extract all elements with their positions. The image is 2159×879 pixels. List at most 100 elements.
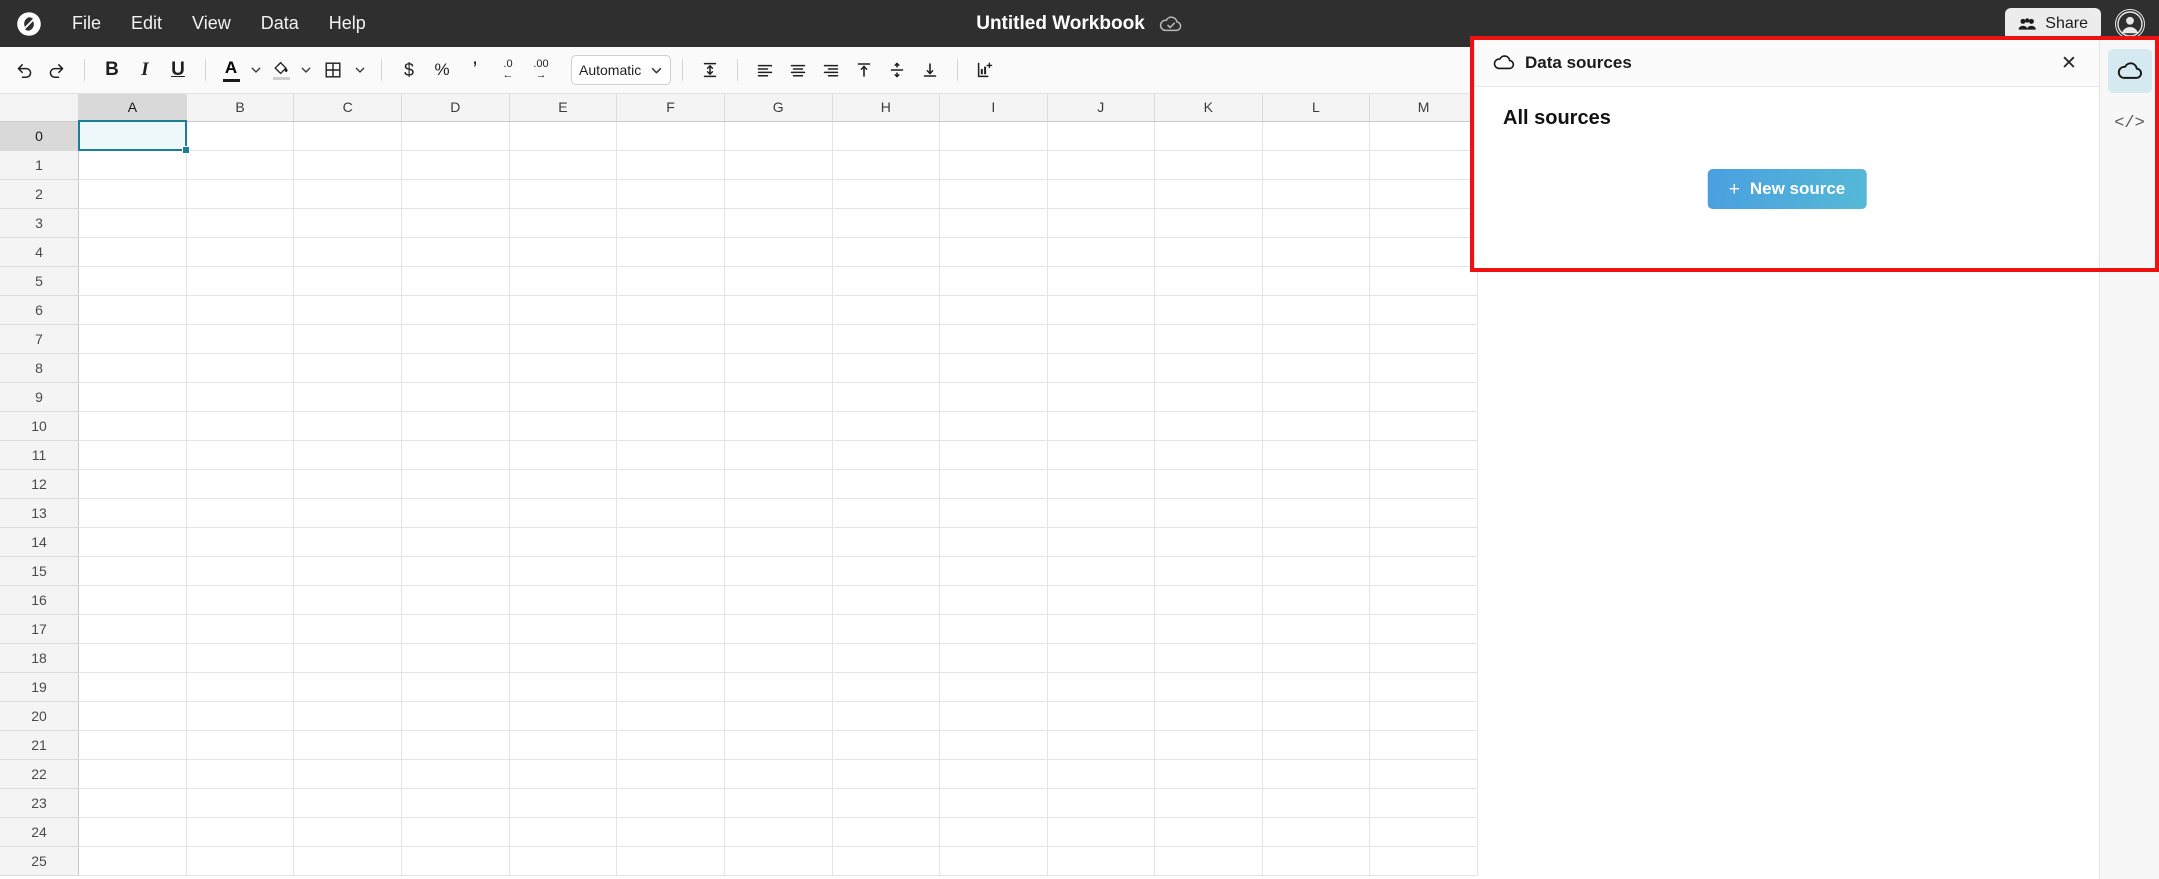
cell-j11[interactable] (1047, 440, 1155, 470)
cell-b25[interactable] (186, 846, 295, 876)
cell-m5[interactable] (1369, 266, 1478, 296)
cell-f1[interactable] (616, 150, 725, 180)
cell-j8[interactable] (1047, 353, 1155, 383)
cell-i23[interactable] (939, 788, 1048, 818)
cell-b3[interactable] (186, 208, 295, 238)
cell-a1[interactable] (78, 150, 187, 180)
cell-e0[interactable] (509, 121, 618, 151)
cell-a11[interactable] (78, 440, 187, 470)
cell-f19[interactable] (616, 672, 725, 702)
cell-e15[interactable] (509, 556, 618, 586)
cell-h2[interactable] (832, 179, 941, 209)
cell-h8[interactable] (832, 353, 941, 383)
bold-button[interactable]: B (96, 54, 128, 86)
cell-i5[interactable] (939, 266, 1048, 296)
row-header-2[interactable]: 2 (0, 179, 80, 209)
cell-m6[interactable] (1369, 295, 1478, 325)
cell-c11[interactable] (293, 440, 402, 470)
cell-l21[interactable] (1262, 730, 1371, 760)
column-header-b[interactable]: B (186, 94, 295, 122)
row-header-6[interactable]: 6 (0, 295, 80, 325)
rail-code-editor[interactable]: </> (2108, 101, 2152, 145)
cell-e3[interactable] (509, 208, 618, 238)
cell-j7[interactable] (1047, 324, 1155, 354)
cell-m17[interactable] (1369, 614, 1478, 644)
cell-a10[interactable] (78, 411, 187, 441)
cell-h22[interactable] (832, 759, 941, 789)
cell-k6[interactable] (1154, 295, 1263, 325)
cell-f25[interactable] (616, 846, 725, 876)
column-header-j[interactable]: J (1047, 94, 1155, 122)
cell-f0[interactable] (616, 121, 725, 151)
cell-m18[interactable] (1369, 643, 1478, 673)
cell-e1[interactable] (509, 150, 618, 180)
cell-h20[interactable] (832, 701, 941, 731)
cell-j20[interactable] (1047, 701, 1155, 731)
row-header-1[interactable]: 1 (0, 150, 80, 180)
cell-k19[interactable] (1154, 672, 1263, 702)
cell-l0[interactable] (1262, 121, 1371, 151)
cell-b11[interactable] (186, 440, 295, 470)
align-bottom-icon[interactable] (914, 54, 946, 86)
cell-c25[interactable] (293, 846, 402, 876)
cell-e17[interactable] (509, 614, 618, 644)
cell-c21[interactable] (293, 730, 402, 760)
row-header-3[interactable]: 3 (0, 208, 80, 238)
cell-i15[interactable] (939, 556, 1048, 586)
cell-k25[interactable] (1154, 846, 1263, 876)
cell-e22[interactable] (509, 759, 618, 789)
cell-k4[interactable] (1154, 237, 1263, 267)
cell-a0[interactable] (77, 120, 190, 154)
cell-l25[interactable] (1262, 846, 1371, 876)
cell-i4[interactable] (939, 237, 1048, 267)
column-header-f[interactable]: F (616, 94, 725, 122)
cell-d7[interactable] (401, 324, 510, 354)
row-header-21[interactable]: 21 (0, 730, 80, 760)
cell-k18[interactable] (1154, 643, 1263, 673)
cell-k7[interactable] (1154, 324, 1263, 354)
cell-k0[interactable] (1154, 121, 1263, 151)
cell-j18[interactable] (1047, 643, 1155, 673)
cell-c19[interactable] (293, 672, 402, 702)
cell-f22[interactable] (616, 759, 725, 789)
column-header-k[interactable]: K (1154, 94, 1263, 122)
menu-view[interactable]: View (178, 8, 245, 39)
cell-d11[interactable] (401, 440, 510, 470)
cell-h16[interactable] (832, 585, 941, 615)
cell-c4[interactable] (293, 237, 402, 267)
cell-j1[interactable] (1047, 150, 1155, 180)
cell-k13[interactable] (1154, 498, 1263, 528)
cell-h15[interactable] (832, 556, 941, 586)
cell-m19[interactable] (1369, 672, 1478, 702)
cell-b5[interactable] (186, 266, 295, 296)
cell-j24[interactable] (1047, 817, 1155, 847)
cell-g4[interactable] (724, 237, 833, 267)
menu-file[interactable]: File (58, 8, 115, 39)
cell-g16[interactable] (724, 585, 833, 615)
cell-h7[interactable] (832, 324, 941, 354)
cell-e14[interactable] (509, 527, 618, 557)
cell-e7[interactable] (509, 324, 618, 354)
cell-b1[interactable] (186, 150, 295, 180)
text-color-button[interactable]: A (217, 54, 245, 86)
cell-l16[interactable] (1262, 585, 1371, 615)
cell-d13[interactable] (401, 498, 510, 528)
cell-b16[interactable] (186, 585, 295, 615)
cell-f4[interactable] (616, 237, 725, 267)
cell-k24[interactable] (1154, 817, 1263, 847)
cell-i1[interactable] (939, 150, 1048, 180)
cell-h4[interactable] (832, 237, 941, 267)
cell-l24[interactable] (1262, 817, 1371, 847)
percent-format-button[interactable]: % (426, 54, 458, 86)
column-header-g[interactable]: G (724, 94, 833, 122)
column-header-h[interactable]: H (832, 94, 941, 122)
cell-k10[interactable] (1154, 411, 1263, 441)
user-avatar-icon[interactable] (2115, 8, 2145, 39)
cell-l23[interactable] (1262, 788, 1371, 818)
cell-m3[interactable] (1369, 208, 1478, 238)
cell-e2[interactable] (509, 179, 618, 209)
cell-l19[interactable] (1262, 672, 1371, 702)
cell-a24[interactable] (78, 817, 187, 847)
cell-l15[interactable] (1262, 556, 1371, 586)
insert-chart-icon[interactable] (969, 54, 1001, 86)
